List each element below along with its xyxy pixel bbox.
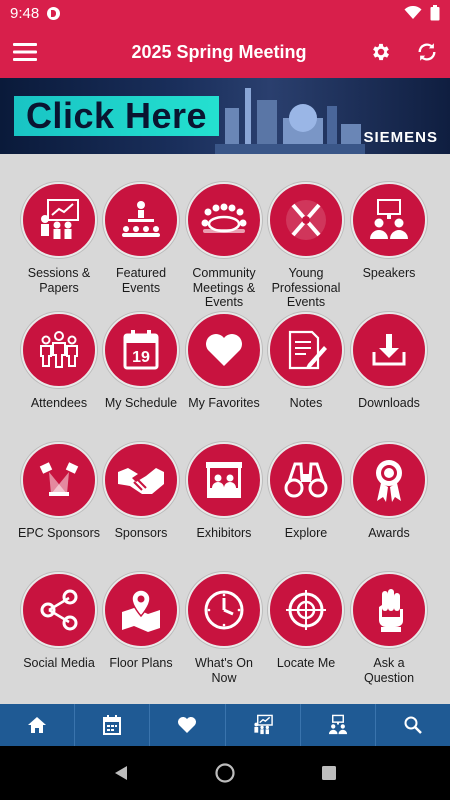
tile-label: My Favorites — [188, 396, 260, 410]
page-title: 2025 Spring Meeting — [131, 41, 307, 62]
tile-attendees[interactable]: Attendees — [18, 312, 100, 411]
search-icon — [404, 716, 422, 734]
tile-exhibitors[interactable]: Exhibitors — [183, 442, 265, 541]
brand-logo: SIEMENS — [363, 129, 438, 146]
wifi-icon — [404, 6, 422, 19]
binoculars-icon — [284, 462, 328, 498]
status-bar: 9:48 — [0, 0, 450, 26]
battery-icon — [430, 5, 440, 21]
tile-floor-plans[interactable]: Floor Plans — [100, 572, 182, 671]
nav-speakers[interactable] — [301, 704, 376, 746]
nav-schedule[interactable] — [75, 704, 151, 746]
featured-events-icon — [122, 201, 160, 237]
tile-epc-sponsors[interactable]: EPC Sponsors — [18, 442, 100, 541]
calendar-icon: 19 — [123, 330, 159, 370]
speakers-icon — [328, 714, 347, 735]
tile-whats-on-now[interactable]: What's On Now — [183, 572, 265, 685]
back-icon[interactable] — [112, 764, 130, 782]
tile-featured-events[interactable]: Featured Events — [100, 182, 182, 295]
tile-label: Ask a Question — [363, 656, 415, 685]
heart-icon — [178, 717, 197, 733]
raised-hand-icon — [379, 589, 403, 632]
nav-search[interactable] — [376, 704, 450, 746]
tile-label: Community Meetings & Events — [192, 266, 256, 309]
tile-my-schedule[interactable]: 19 My Schedule — [100, 312, 182, 411]
tile-explore[interactable]: Explore — [265, 442, 347, 541]
tile-downloads[interactable]: Downloads — [348, 312, 430, 411]
tile-sessions-papers[interactable]: Sessions & Papers — [18, 182, 100, 295]
refresh-button[interactable] — [404, 26, 450, 78]
tile-label: What's On Now — [195, 656, 253, 685]
tile-label: Social Media — [23, 656, 95, 670]
tile-label: EPC Sponsors — [18, 526, 100, 540]
industrial-plant-image — [215, 88, 365, 154]
tile-label: Explore — [284, 526, 328, 540]
tile-speakers[interactable]: Speakers — [348, 182, 430, 281]
tile-label: Floor Plans — [109, 656, 173, 670]
tile-young-professional[interactable]: Young Professional Events — [265, 182, 347, 310]
tile-ask-question[interactable]: Ask a Question — [348, 572, 430, 685]
tile-label: Notes — [289, 396, 323, 410]
download-icon — [372, 334, 406, 366]
nav-favorites[interactable] — [150, 704, 226, 746]
sponsor-banner[interactable]: Click Here SIEMENS — [0, 78, 450, 154]
tile-locate-me[interactable]: Locate Me — [265, 572, 347, 671]
booth-icon — [206, 462, 242, 498]
nav-home[interactable] — [0, 704, 76, 746]
tile-label: Featured Events — [115, 266, 167, 295]
tile-label: Locate Me — [276, 656, 336, 670]
bottom-nav — [0, 704, 450, 746]
heart-icon — [206, 334, 242, 366]
recents-icon[interactable] — [320, 764, 338, 782]
system-nav-bar — [0, 746, 450, 800]
young-professional-icon — [286, 200, 326, 240]
speakers-icon — [370, 199, 408, 239]
tile-grid: Sessions & Papers Featured Events Commun… — [0, 154, 450, 704]
settings-button[interactable] — [358, 26, 404, 78]
presentation-icon — [253, 714, 273, 735]
hamburger-icon — [13, 43, 37, 61]
nav-sessions[interactable] — [226, 704, 301, 746]
target-icon — [286, 590, 326, 630]
notes-icon — [288, 330, 327, 370]
tile-label: Exhibitors — [196, 526, 252, 540]
tile-community-meetings[interactable]: Community Meetings & Events — [183, 182, 265, 310]
tile-label: Awards — [368, 526, 410, 540]
home-circle-icon[interactable] — [214, 762, 236, 784]
community-icon — [201, 203, 247, 233]
tile-label: Downloads — [358, 396, 420, 410]
attendees-icon — [40, 331, 78, 368]
gear-icon — [373, 43, 389, 61]
click-here-label: Click Here — [25, 95, 208, 136]
status-time: 9:48 — [10, 4, 40, 22]
menu-button[interactable] — [0, 26, 50, 78]
tile-sponsors[interactable]: Sponsors — [100, 442, 182, 541]
refresh-icon — [418, 43, 436, 61]
handshake-icon — [118, 468, 164, 494]
tile-awards[interactable]: Awards — [348, 442, 430, 541]
award-ribbon-icon — [376, 460, 402, 502]
clock-icon — [204, 590, 244, 630]
tile-label: Speakers — [362, 266, 416, 280]
click-here-button[interactable]: Click Here — [14, 95, 219, 136]
tile-label: Sponsors — [114, 526, 168, 540]
tile-label: Sessions & Papers — [27, 266, 91, 295]
tile-social-media[interactable]: Social Media — [18, 572, 100, 671]
tile-my-favorites[interactable]: My Favorites — [183, 312, 265, 411]
tile-label: Young Professional Events — [271, 266, 341, 309]
app-bar: 2025 Spring Meeting — [0, 26, 450, 78]
svg-text:19: 19 — [132, 349, 150, 366]
spotlight-icon — [39, 462, 79, 496]
home-icon — [28, 717, 47, 733]
map-pin-icon — [122, 589, 160, 632]
tile-notes[interactable]: Notes — [265, 312, 347, 411]
calendar-icon — [103, 715, 122, 735]
presentation-icon — [41, 199, 79, 239]
notification-app-icon — [47, 6, 61, 20]
tile-label: Attendees — [30, 396, 88, 410]
share-icon — [40, 589, 78, 631]
status-icons — [404, 5, 440, 21]
tile-label: My Schedule — [104, 396, 178, 410]
